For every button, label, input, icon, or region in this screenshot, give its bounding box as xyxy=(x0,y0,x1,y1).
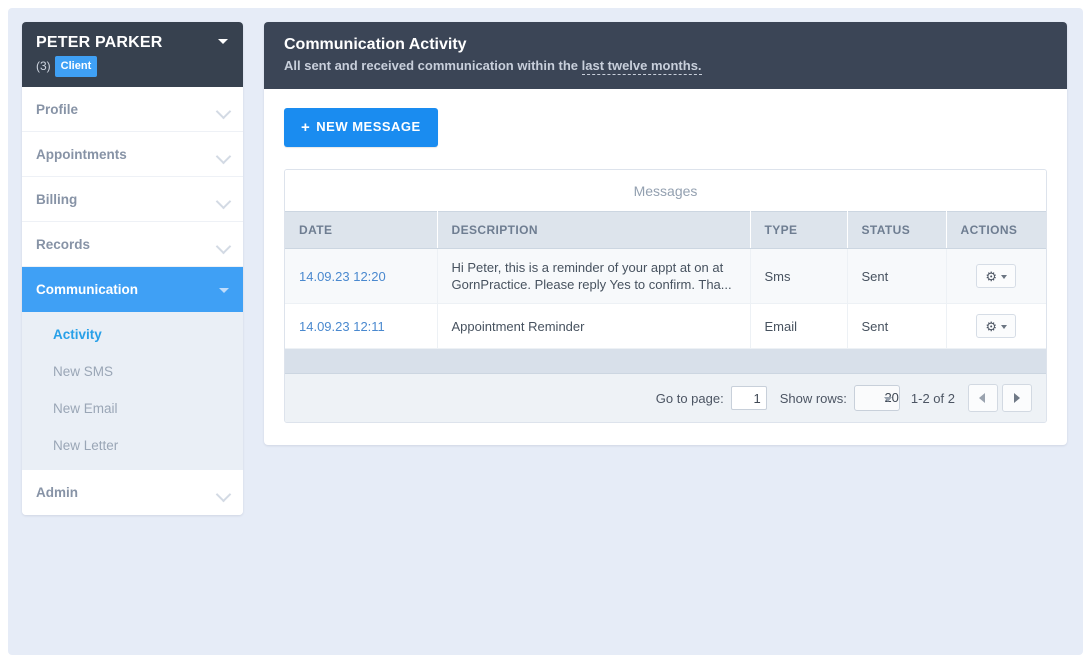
main-panel: Communication Activity All sent and rece… xyxy=(264,22,1067,445)
page-background: PETER PARKER (3) Client Profile Appointme… xyxy=(8,8,1083,655)
column-header-description[interactable]: DESCRIPTION xyxy=(437,212,750,249)
table-row: 14.09.23 12:20 Hi Peter, this is a remin… xyxy=(285,249,1046,304)
column-header-status[interactable]: STATUS xyxy=(847,212,946,249)
sidebar-item-label: Records xyxy=(36,237,90,252)
chevron-down-icon xyxy=(216,104,232,120)
chevron-down-icon xyxy=(216,194,232,210)
sidebar-item-communication[interactable]: Communication xyxy=(22,267,243,312)
sidebar-item-appointments[interactable]: Appointments xyxy=(22,132,243,177)
client-meta: (3) Client xyxy=(36,56,229,77)
caret-down-icon xyxy=(219,288,229,293)
caret-down-icon xyxy=(1001,275,1007,279)
table-pagination: Go to page: Show rows: 20 1-2 of 2 xyxy=(285,374,1046,422)
column-header-date[interactable]: DATE xyxy=(285,212,437,249)
table-header-row: DATE DESCRIPTION TYPE STATUS ACTIONS xyxy=(285,212,1046,249)
sidebar-subitem-new-email[interactable]: New Email xyxy=(22,390,243,427)
chevron-down-icon xyxy=(216,487,232,503)
cell-actions: ⚙ xyxy=(946,304,1046,349)
table-row: 14.09.23 12:11 Appointment Reminder Emai… xyxy=(285,304,1046,349)
row-actions-button[interactable]: ⚙ xyxy=(976,264,1016,288)
chevron-down-icon xyxy=(216,239,232,255)
sidebar-submenu-communication: Activity New SMS New Email New Letter xyxy=(22,312,243,470)
triangle-left-icon xyxy=(979,393,985,403)
sidebar: PETER PARKER (3) Client Profile Appointme… xyxy=(22,22,243,515)
messages-table: DATE DESCRIPTION TYPE STATUS ACTIONS 14.… xyxy=(285,211,1046,349)
sidebar-subitem-new-letter[interactable]: New Letter xyxy=(22,427,243,464)
sidebar-item-admin[interactable]: Admin xyxy=(22,470,243,515)
new-message-label: NEW MESSAGE xyxy=(316,119,420,134)
column-header-actions: ACTIONS xyxy=(946,212,1046,249)
main-body: +NEW MESSAGE Messages DATE DESCRIP xyxy=(264,89,1067,445)
sidebar-item-profile[interactable]: Profile xyxy=(22,87,243,132)
show-rows-label: Show rows: xyxy=(780,391,847,406)
sidebar-item-records[interactable]: Records xyxy=(22,222,243,267)
triangle-right-icon xyxy=(1014,393,1020,403)
messages-table-container: Messages DATE DESCRIPTION TYPE xyxy=(284,169,1047,423)
table-spacer-strip xyxy=(285,349,1046,374)
caret-down-icon[interactable] xyxy=(218,39,228,44)
page-subtitle-text: All sent and received communication with… xyxy=(284,58,582,73)
cell-type: Sms xyxy=(750,249,847,304)
date-link[interactable]: 14.09.23 12:11 xyxy=(299,319,385,334)
sidebar-subitem-activity[interactable]: Activity xyxy=(22,316,243,353)
sidebar-item-label: Admin xyxy=(36,485,78,500)
client-name: PETER PARKER xyxy=(36,33,229,52)
sidebar-item-label: Communication xyxy=(36,282,138,297)
client-count: (3) xyxy=(36,59,51,73)
cell-status: Sent xyxy=(847,249,946,304)
new-message-button[interactable]: + NEW MESSAGE xyxy=(284,108,438,147)
plus-icon: + xyxy=(301,119,310,136)
page-number-input[interactable] xyxy=(731,386,767,410)
date-range-link[interactable]: last twelve months. xyxy=(582,58,702,75)
sidebar-client-header[interactable]: PETER PARKER (3) Client xyxy=(22,22,243,87)
go-to-page-label: Go to page: xyxy=(656,391,724,406)
chevron-down-icon xyxy=(216,149,232,165)
cell-status: Sent xyxy=(847,304,946,349)
next-page-button[interactable] xyxy=(1002,384,1032,412)
row-actions-button[interactable]: ⚙ xyxy=(976,314,1016,338)
sidebar-item-label: Appointments xyxy=(36,147,127,162)
chevron-down-icon xyxy=(884,397,892,402)
caret-down-icon xyxy=(1001,325,1007,329)
page-title: Communication Activity xyxy=(284,35,1047,55)
status-badge: Client xyxy=(55,56,98,77)
gear-icon: ⚙ xyxy=(985,269,997,284)
sidebar-item-label: Billing xyxy=(36,192,77,207)
previous-page-button[interactable] xyxy=(968,384,998,412)
cell-type: Email xyxy=(750,304,847,349)
rows-per-page-select[interactable]: 20 xyxy=(854,385,900,411)
cell-description: Hi Peter, this is a reminder of your app… xyxy=(437,249,750,304)
cell-description: Appointment Reminder xyxy=(437,304,750,349)
sidebar-subitem-new-sms[interactable]: New SMS xyxy=(22,353,243,390)
cell-date: 14.09.23 12:20 xyxy=(285,249,437,304)
cell-actions: ⚙ xyxy=(946,249,1046,304)
pagination-range: 1-2 of 2 xyxy=(911,391,955,406)
column-header-type[interactable]: TYPE xyxy=(750,212,847,249)
page-subtitle: All sent and received communication with… xyxy=(284,58,1047,74)
sidebar-item-label: Profile xyxy=(36,102,78,117)
main-header: Communication Activity All sent and rece… xyxy=(264,22,1067,89)
date-link[interactable]: 14.09.23 12:20 xyxy=(299,269,386,284)
sidebar-item-billing[interactable]: Billing xyxy=(22,177,243,222)
gear-icon: ⚙ xyxy=(985,319,997,334)
table-caption: Messages xyxy=(285,170,1046,211)
cell-date: 14.09.23 12:11 xyxy=(285,304,437,349)
